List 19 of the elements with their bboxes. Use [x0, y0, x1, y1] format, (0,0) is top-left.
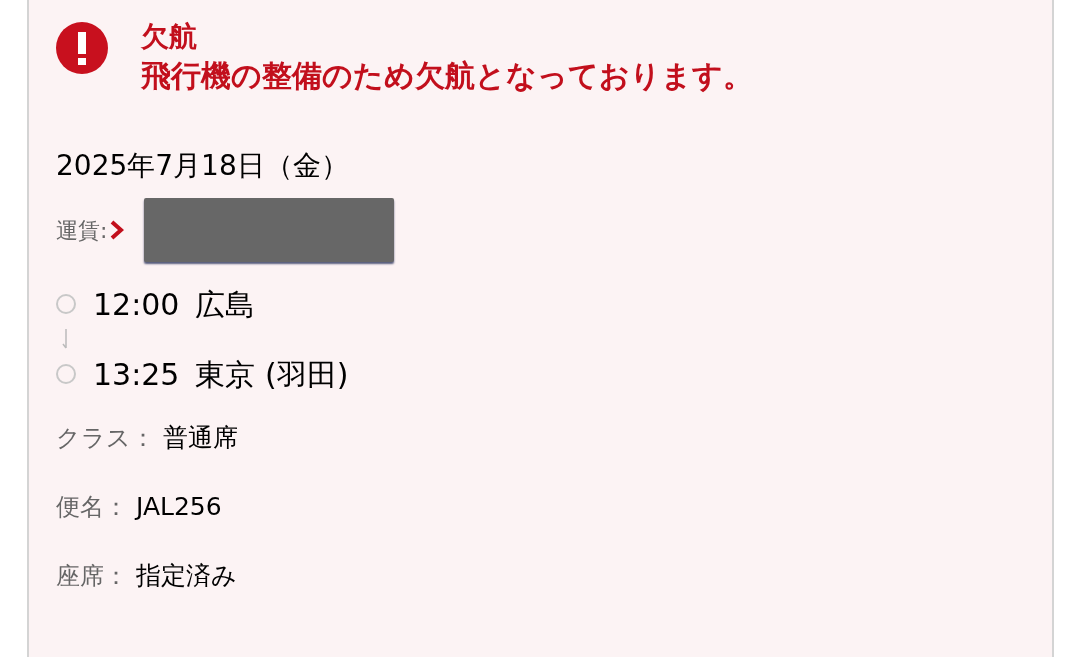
- stop-marker-icon: [56, 294, 76, 314]
- alert-message: 飛行機の整備のため欠航となっております。: [141, 57, 753, 95]
- alert-icon: [56, 22, 108, 74]
- detail-value: 指定済み: [136, 560, 237, 593]
- alert-title: 欠航: [141, 19, 198, 55]
- arrival-time: 13:25: [93, 355, 180, 394]
- stop-marker-icon: [56, 364, 76, 384]
- detail-label: 便名：: [56, 492, 128, 523]
- detail-value: 普通席: [163, 422, 238, 455]
- airport-name: 広島: [195, 285, 256, 324]
- departure-time: 12:00: [93, 285, 180, 324]
- detail-label: クラス：: [56, 423, 155, 454]
- detail-value: JAL256: [136, 491, 222, 524]
- flight-date: 2025年7月18日（金）: [56, 148, 350, 184]
- airport-name: 東京 (羽田): [195, 355, 349, 394]
- down-arrow-icon: [62, 328, 70, 350]
- detail-label: 座席：: [56, 561, 128, 592]
- chevron-icon: [109, 219, 126, 241]
- fare-label: 運賃:: [56, 216, 108, 245]
